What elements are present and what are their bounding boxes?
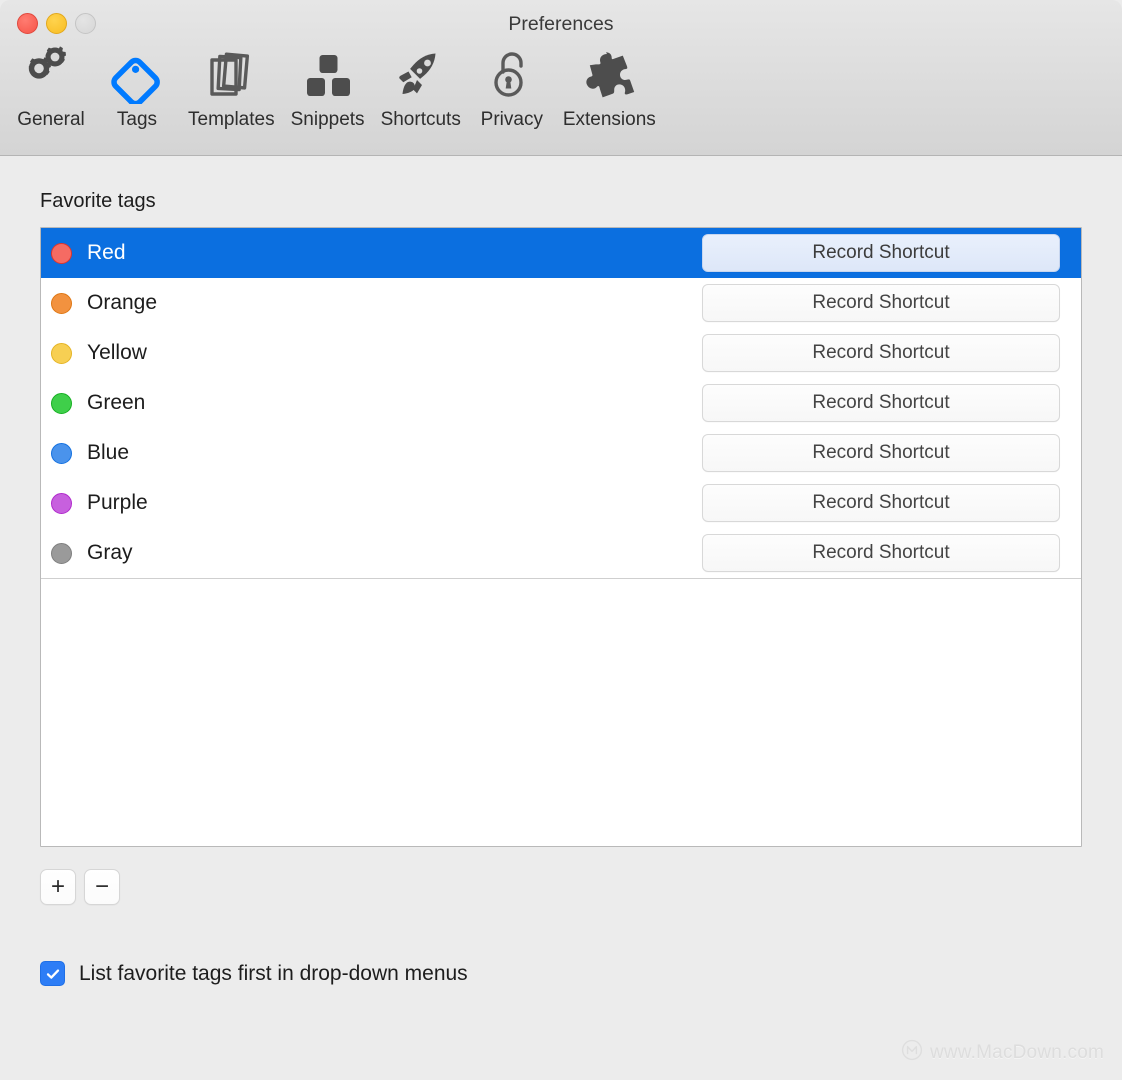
record-shortcut-button[interactable]: Record Shortcut bbox=[702, 384, 1060, 422]
record-shortcut-button[interactable]: Record Shortcut bbox=[702, 484, 1060, 522]
watermark: www.MacDown.com bbox=[901, 1039, 1104, 1066]
favorite-tags-list[interactable]: Red Record Shortcut Orange Record Shortc… bbox=[40, 227, 1082, 847]
tag-color-swatch bbox=[51, 542, 72, 564]
section-title: Favorite tags bbox=[40, 190, 156, 212]
tag-name-label: Purple bbox=[87, 491, 148, 514]
tag-color-swatch bbox=[51, 442, 72, 464]
tab-extensions-label: Extensions bbox=[562, 109, 656, 130]
macdown-circle-m-icon bbox=[901, 1039, 923, 1066]
tag-name-label: Red bbox=[87, 241, 126, 264]
blocks-icon bbox=[293, 42, 363, 108]
tab-templates[interactable]: Templates bbox=[180, 42, 283, 137]
list-controls: + − bbox=[40, 869, 1082, 905]
list-favorites-first-label: List favorite tags first in drop-down me… bbox=[79, 961, 468, 985]
table-row[interactable]: Red Record Shortcut bbox=[41, 228, 1081, 278]
preferences-tabbar: General Tags Templates Snippets Shortcut… bbox=[8, 42, 664, 137]
tab-extensions[interactable]: Extensions bbox=[555, 42, 664, 137]
table-row[interactable]: Green Record Shortcut bbox=[41, 378, 1081, 428]
tab-shortcuts[interactable]: Shortcuts bbox=[373, 42, 469, 137]
window-toolbar: Preferences General Tags Templates Snipp… bbox=[0, 0, 1122, 156]
record-shortcut-button[interactable]: Record Shortcut bbox=[702, 434, 1060, 472]
table-row[interactable]: Blue Record Shortcut bbox=[41, 428, 1081, 478]
tag-color-swatch bbox=[51, 392, 72, 414]
tag-color-swatch bbox=[51, 342, 72, 364]
gears-icon bbox=[16, 42, 86, 108]
tab-snippets-label: Snippets bbox=[290, 109, 365, 130]
list-favorites-first-checkbox[interactable] bbox=[40, 961, 65, 986]
tab-templates-label: Templates bbox=[188, 109, 275, 130]
remove-tag-button[interactable]: − bbox=[84, 869, 120, 905]
tag-color-swatch bbox=[51, 242, 72, 264]
tab-snippets[interactable]: Snippets bbox=[283, 42, 373, 137]
watermark-text: www.MacDown.com bbox=[929, 1041, 1104, 1063]
add-tag-button[interactable]: + bbox=[40, 869, 76, 905]
tag-name-label: Green bbox=[87, 391, 146, 414]
tab-tags[interactable]: Tags bbox=[94, 42, 180, 137]
tab-tags-label: Tags bbox=[116, 109, 158, 130]
table-row[interactable]: Orange Record Shortcut bbox=[41, 278, 1081, 328]
tag-name-label: Yellow bbox=[87, 341, 147, 364]
table-row[interactable]: Gray Record Shortcut bbox=[41, 528, 1081, 578]
preferences-content: Favorite tags Red Record Shortcut Orange… bbox=[0, 190, 1122, 986]
window-title: Preferences bbox=[508, 13, 614, 35]
tag-name-label: Orange bbox=[87, 291, 158, 314]
tab-general-label: General bbox=[17, 109, 85, 130]
lock-icon bbox=[477, 42, 547, 108]
record-shortcut-button[interactable]: Record Shortcut bbox=[702, 534, 1060, 572]
tag-color-swatch bbox=[51, 292, 72, 314]
table-row[interactable]: Purple Record Shortcut bbox=[41, 478, 1081, 528]
documents-icon bbox=[196, 42, 266, 108]
tab-privacy-label: Privacy bbox=[480, 109, 543, 130]
record-shortcut-button[interactable]: Record Shortcut bbox=[702, 334, 1060, 372]
list-favorites-first-row[interactable]: List favorite tags first in drop-down me… bbox=[40, 961, 1082, 986]
table-row[interactable]: Yellow Record Shortcut bbox=[41, 328, 1081, 378]
puzzle-icon bbox=[574, 42, 644, 108]
preferences-window: Preferences General Tags Templates Snipp… bbox=[0, 0, 1122, 1080]
tag-name-label: Gray bbox=[87, 541, 133, 564]
rocket-icon bbox=[386, 42, 456, 108]
tag-color-swatch bbox=[51, 492, 72, 514]
tag-icon bbox=[102, 42, 172, 108]
record-shortcut-button[interactable]: Record Shortcut bbox=[702, 234, 1060, 272]
tag-name-label: Blue bbox=[87, 441, 130, 464]
tab-general[interactable]: General bbox=[8, 42, 94, 137]
list-divider bbox=[41, 578, 1081, 579]
checkmark-icon bbox=[46, 968, 59, 979]
tab-shortcuts-label: Shortcuts bbox=[380, 109, 461, 130]
tab-privacy[interactable]: Privacy bbox=[469, 42, 555, 137]
record-shortcut-button[interactable]: Record Shortcut bbox=[702, 284, 1060, 322]
